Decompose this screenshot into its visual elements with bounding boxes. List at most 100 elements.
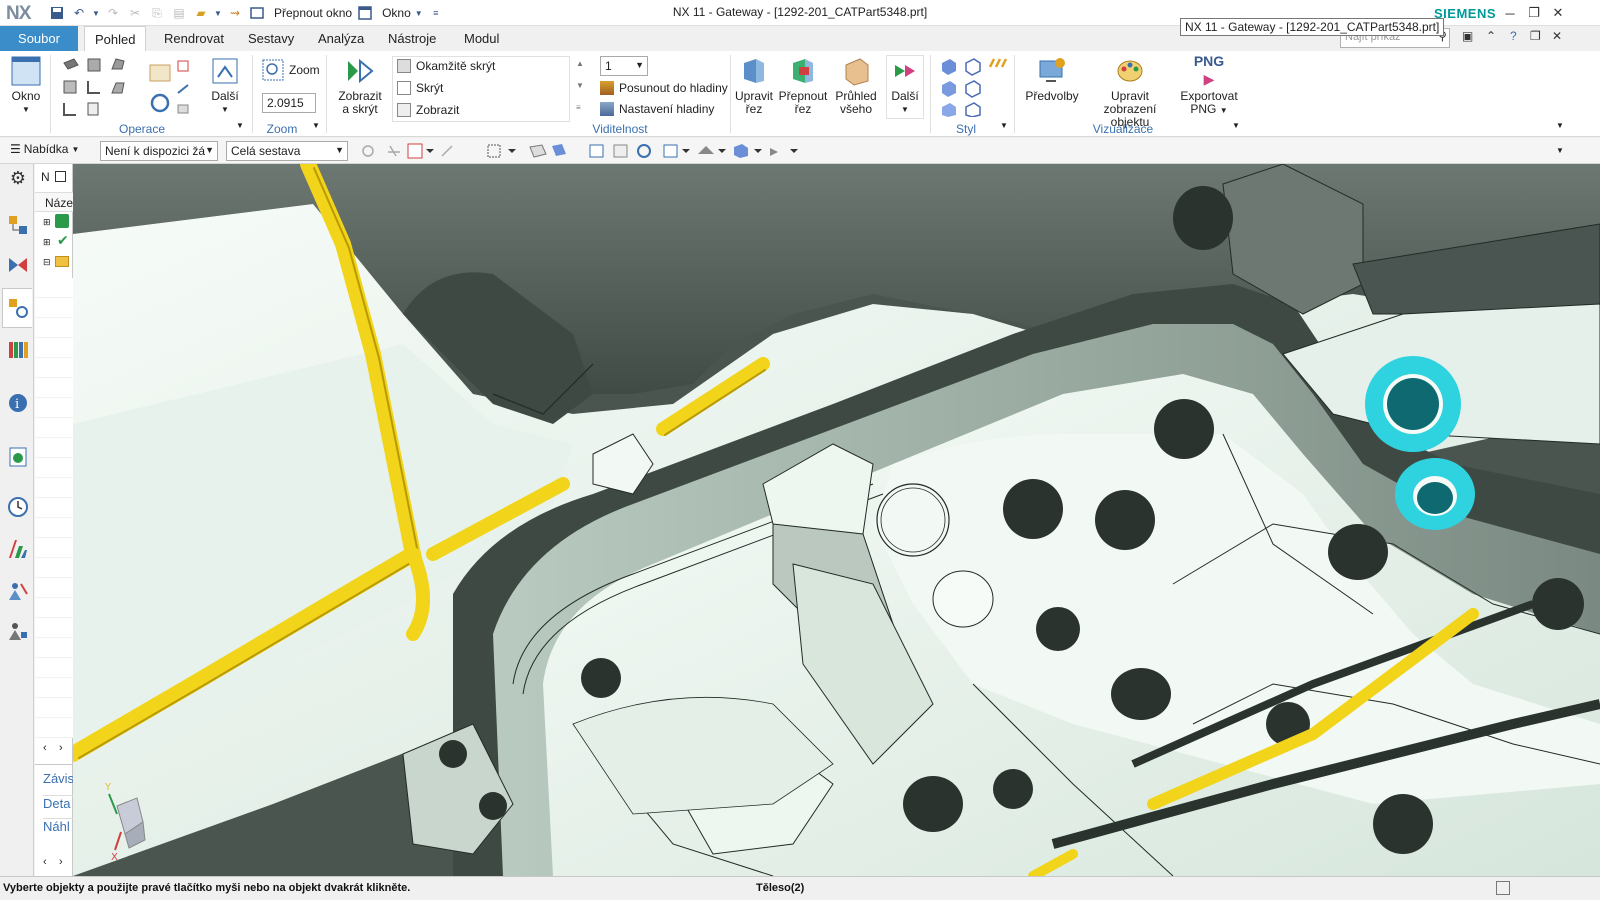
scope-filter-select[interactable]: Celá sestava ▼ (226, 141, 348, 161)
status-bar: Vyberte objekty a použijte pravé tlačítk… (0, 876, 1600, 900)
roles-icon[interactable] (7, 580, 29, 602)
layer-settings-button[interactable]: Nastavení hladiny (600, 102, 714, 116)
folder-icon[interactable] (55, 256, 69, 267)
cad-model-render: X Y (73, 164, 1600, 876)
close-icon[interactable]: ✕ (1546, 3, 1570, 23)
okno-button[interactable]: Okno ▼ (6, 55, 46, 116)
immediate-hide-button[interactable]: Okamžitě skrýt (397, 59, 495, 73)
part-navigator-icon[interactable] (7, 297, 29, 319)
fullscreen-icon[interactable] (1496, 881, 1510, 895)
vizualizace-expand-icon[interactable]: ▼ (1232, 121, 1240, 130)
tab-file[interactable]: Soubor (0, 26, 78, 51)
zoom-button[interactable]: Zoom (262, 59, 320, 81)
chevron-down-icon: ▼ (335, 145, 344, 155)
zoom-value-input[interactable]: 2.0915 (262, 93, 316, 113)
style-icons[interactable] (940, 57, 1010, 117)
tree-expand-icon[interactable]: ⊞ (43, 237, 51, 248)
move-layer-icon (600, 81, 614, 95)
system-materials-icon[interactable] (7, 620, 29, 642)
gallery-expand-icon[interactable]: ≡ (576, 103, 581, 112)
type-filter-select[interactable]: Není k dispozici žá ▼ (100, 141, 218, 161)
tab-analyza[interactable]: Analýza (308, 26, 374, 51)
tab-modul[interactable]: Modul (454, 26, 509, 51)
minimize-icon[interactable]: ─ (1498, 3, 1522, 23)
hide-button[interactable]: Skrýt (397, 81, 443, 95)
tab-sestavy[interactable]: Sestavy (238, 26, 304, 51)
selection-tools-icons[interactable] (360, 142, 810, 160)
edit-section-button[interactable]: Upravit řez (734, 55, 774, 116)
panel-dependencies[interactable]: Závis (43, 771, 74, 786)
show-icon (397, 103, 411, 117)
scroll-right-icon[interactable]: › (59, 742, 63, 754)
menu-icon: ☰ (10, 142, 21, 156)
layer-select[interactable]: 1 ▼ (600, 56, 648, 76)
operace-icons (63, 58, 189, 116)
graphics-viewport[interactable]: X Y (73, 164, 1600, 876)
constraint-navigator-icon[interactable] (7, 254, 29, 276)
styl-expand-icon[interactable]: ▼ (1000, 121, 1008, 130)
zoom-expand-icon[interactable]: ▼ (312, 121, 320, 130)
window-layout-icon[interactable]: ▣ (1462, 29, 1473, 43)
scroll-left-icon[interactable]: ‹ (43, 742, 47, 754)
collapse-ribbon-icon[interactable]: ⌃ (1486, 29, 1496, 43)
show-button[interactable]: Zobrazit (397, 103, 459, 117)
immediate-hide-icon (397, 59, 411, 73)
more-visibility-icon (895, 65, 915, 77)
history-icon[interactable] (7, 496, 29, 518)
toolbar-options-icon[interactable]: ▼ (1556, 146, 1564, 155)
tab-rendrovat[interactable]: Rendrovat (154, 26, 234, 51)
edit-object-display-button[interactable]: Upravit zobrazení objektu (1084, 55, 1176, 129)
assembly-navigator-icon[interactable] (7, 214, 29, 236)
check-icon[interactable]: ✔ (57, 232, 69, 249)
doc-close-icon[interactable]: ✕ (1552, 29, 1562, 43)
move-to-layer-button[interactable]: Posunout do hladiny (600, 81, 728, 95)
panel-scroll-left-icon[interactable]: ‹ (43, 856, 47, 868)
operace-expand-icon[interactable]: ▼ (236, 121, 244, 130)
column-header-name[interactable]: Náze (45, 196, 73, 210)
help-icon[interactable]: ? (1510, 29, 1517, 43)
preferences-button[interactable]: Předvolby (1022, 55, 1082, 103)
section-edit-icon (744, 59, 764, 83)
status-message: Vyberte objekty a použijte pravé tlačítk… (3, 882, 411, 894)
gallery-down-icon[interactable]: ▼ (576, 81, 584, 90)
title-tooltip: NX 11 - Gateway - [1292-201_CATPart5348.… (1180, 18, 1445, 36)
zoom-icon (262, 59, 284, 81)
toggle-section-button[interactable]: Přepnout řez (778, 55, 828, 116)
ribbon-options-icon[interactable]: ▼ (1556, 121, 1564, 130)
svg-text:X: X (111, 852, 118, 863)
resource-bar: ⚙ i (0, 164, 34, 876)
tab-nastroje[interactable]: Nástroje (378, 26, 446, 51)
group-styl-label: Styl (955, 122, 976, 136)
object-display-icon (1117, 60, 1143, 82)
preferences-icon (1039, 58, 1065, 82)
info-icon[interactable]: i (7, 392, 29, 414)
tree-collapse-icon[interactable]: ⊟ (43, 257, 51, 268)
reuse-library-icon[interactable] (7, 338, 29, 360)
show-hide-button[interactable]: Zobrazit a skrýt (334, 55, 386, 116)
group-operace-label: Operace (118, 122, 166, 136)
dalsi-operace-button[interactable]: Další ▼ (206, 55, 244, 116)
navigator-title: N (41, 170, 50, 184)
window-title: NX 11 - Gateway - [1292-201_CATPart5348.… (672, 5, 928, 19)
web-browser-icon[interactable] (7, 446, 29, 468)
export-arrow-icon: ▶ (1203, 71, 1215, 87)
menu-button[interactable]: ☰ Nabídka ▼ (10, 142, 79, 156)
color-palette-icon[interactable] (7, 538, 29, 560)
tab-pohled[interactable]: Pohled (84, 26, 147, 51)
export-png-button[interactable]: PNG ▶ Exportovat PNG ▼ (1180, 54, 1238, 117)
dalsi-viditelnost-button[interactable]: Další ▼ (886, 55, 924, 116)
navigator-maximize-icon[interactable] (55, 171, 66, 182)
hide-icon (397, 81, 411, 95)
panel-scroll-right-icon[interactable]: › (59, 856, 63, 868)
model-views-icon[interactable] (55, 214, 69, 228)
settings-gear-icon[interactable]: ⚙ (7, 168, 29, 190)
svg-text:Y: Y (104, 782, 112, 793)
see-through-all-button[interactable]: Průhled všeho (832, 55, 880, 116)
more-icon (212, 58, 238, 84)
tree-expand-icon[interactable]: ⊞ (43, 217, 51, 228)
gallery-up-icon[interactable]: ▲ (576, 59, 584, 68)
restore-icon[interactable]: ❐ (1522, 3, 1546, 23)
doc-restore-icon[interactable]: ❐ (1530, 29, 1541, 43)
visibility-gallery: Okamžitě skrýt Skrýt Zobrazit (392, 56, 570, 122)
section-toggle-icon (793, 59, 813, 83)
